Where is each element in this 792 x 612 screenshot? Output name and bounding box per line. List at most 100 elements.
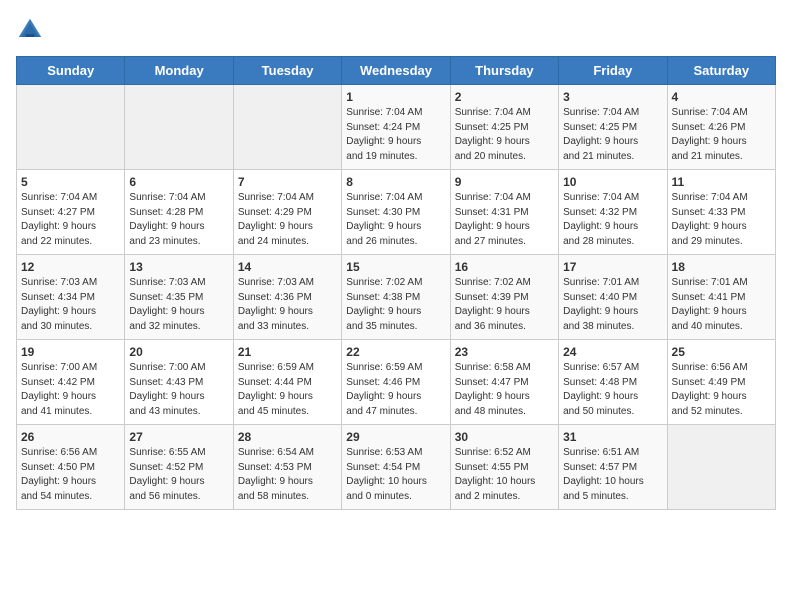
day-number: 4 [672, 90, 771, 104]
logo-icon [16, 16, 44, 44]
calendar-cell: 17 Sunrise: 7:01 AM Sunset: 4:40 PM Dayli… [559, 255, 667, 340]
calendar-cell: 23 Sunrise: 6:58 AM Sunset: 4:47 PM Dayli… [450, 340, 558, 425]
day-number: 19 [21, 345, 120, 359]
day-info: Sunrise: 7:04 AM Sunset: 4:24 PM Dayligh… [346, 106, 445, 164]
day-info: Sunrise: 6:54 AM Sunset: 4:53 PM Dayligh… [238, 446, 337, 504]
day-info: Sunrise: 6:52 AM Sunset: 4:55 PM Dayligh… [455, 446, 554, 504]
day-number: 20 [129, 345, 228, 359]
day-info: Sunrise: 6:58 AM Sunset: 4:47 PM Dayligh… [455, 361, 554, 419]
day-info: Sunrise: 6:56 AM Sunset: 4:50 PM Dayligh… [21, 446, 120, 504]
day-info: Sunrise: 7:04 AM Sunset: 4:27 PM Dayligh… [21, 191, 120, 249]
day-number: 23 [455, 345, 554, 359]
day-info: Sunrise: 7:03 AM Sunset: 4:34 PM Dayligh… [21, 276, 120, 334]
day-number: 30 [455, 430, 554, 444]
calendar-cell: 2 Sunrise: 7:04 AM Sunset: 4:25 PM Daylig… [450, 85, 558, 170]
day-number: 8 [346, 175, 445, 189]
calendar-cell: 25 Sunrise: 6:56 AM Sunset: 4:49 PM Dayli… [667, 340, 775, 425]
calendar-cell: 4 Sunrise: 7:04 AM Sunset: 4:26 PM Daylig… [667, 85, 775, 170]
calendar-cell: 20 Sunrise: 7:00 AM Sunset: 4:43 PM Dayli… [125, 340, 233, 425]
day-number: 16 [455, 260, 554, 274]
calendar-week-row: 5 Sunrise: 7:04 AM Sunset: 4:27 PM Daylig… [17, 170, 776, 255]
calendar-cell: 28 Sunrise: 6:54 AM Sunset: 4:53 PM Dayli… [233, 425, 341, 510]
day-number: 13 [129, 260, 228, 274]
day-number: 12 [21, 260, 120, 274]
day-info: Sunrise: 7:04 AM Sunset: 4:26 PM Dayligh… [672, 106, 771, 164]
day-info: Sunrise: 7:02 AM Sunset: 4:38 PM Dayligh… [346, 276, 445, 334]
calendar-cell: 30 Sunrise: 6:52 AM Sunset: 4:55 PM Dayli… [450, 425, 558, 510]
day-info: Sunrise: 7:00 AM Sunset: 4:43 PM Dayligh… [129, 361, 228, 419]
day-number: 2 [455, 90, 554, 104]
calendar-cell: 13 Sunrise: 7:03 AM Sunset: 4:35 PM Dayli… [125, 255, 233, 340]
day-number: 24 [563, 345, 662, 359]
calendar-cell: 1 Sunrise: 7:04 AM Sunset: 4:24 PM Daylig… [342, 85, 450, 170]
day-number: 5 [21, 175, 120, 189]
day-number: 22 [346, 345, 445, 359]
calendar-cell: 3Sunrise: 7:04 AM Sunset: 4:25 PM Daylig… [559, 85, 667, 170]
calendar-cell: 15 Sunrise: 7:02 AM Sunset: 4:38 PM Dayli… [342, 255, 450, 340]
day-header-thursday: Thursday [450, 57, 558, 85]
day-number: 21 [238, 345, 337, 359]
day-info: Sunrise: 6:53 AM Sunset: 4:54 PM Dayligh… [346, 446, 445, 504]
day-number: 9 [455, 175, 554, 189]
day-header-tuesday: Tuesday [233, 57, 341, 85]
day-info: Sunrise: 7:00 AM Sunset: 4:42 PM Dayligh… [21, 361, 120, 419]
day-info: Sunrise: 7:04 AM Sunset: 4:28 PM Dayligh… [129, 191, 228, 249]
day-info: Sunrise: 6:51 AM Sunset: 4:57 PM Dayligh… [563, 446, 662, 504]
day-number: 14 [238, 260, 337, 274]
day-info: Sunrise: 7:04 AM Sunset: 4:31 PM Dayligh… [455, 191, 554, 249]
calendar-cell [125, 85, 233, 170]
day-header-wednesday: Wednesday [342, 57, 450, 85]
day-info: Sunrise: 7:04 AM Sunset: 4:33 PM Dayligh… [672, 191, 771, 249]
day-info: Sunrise: 6:55 AM Sunset: 4:52 PM Dayligh… [129, 446, 228, 504]
day-number: 15 [346, 260, 445, 274]
day-header-sunday: Sunday [17, 57, 125, 85]
calendar-cell: 14 Sunrise: 7:03 AM Sunset: 4:36 PM Dayli… [233, 255, 341, 340]
day-info: Sunrise: 7:04 AM Sunset: 4:32 PM Dayligh… [563, 191, 662, 249]
day-info: Sunrise: 6:59 AM Sunset: 4:46 PM Dayligh… [346, 361, 445, 419]
day-info: Sunrise: 7:04 AM Sunset: 4:25 PM Dayligh… [455, 106, 554, 164]
day-number: 28 [238, 430, 337, 444]
day-info: Sunrise: 7:04 AM Sunset: 4:30 PM Dayligh… [346, 191, 445, 249]
day-info: Sunrise: 7:03 AM Sunset: 4:36 PM Dayligh… [238, 276, 337, 334]
calendar-cell: 31Sunrise: 6:51 AM Sunset: 4:57 PM Dayli… [559, 425, 667, 510]
day-info: Sunrise: 6:57 AM Sunset: 4:48 PM Dayligh… [563, 361, 662, 419]
day-info: Sunrise: 6:59 AM Sunset: 4:44 PM Dayligh… [238, 361, 337, 419]
calendar-header-row: SundayMondayTuesdayWednesdayThursdayFrid… [17, 57, 776, 85]
calendar-cell: 5 Sunrise: 7:04 AM Sunset: 4:27 PM Daylig… [17, 170, 125, 255]
calendar-cell [667, 425, 775, 510]
day-number: 26 [21, 430, 120, 444]
day-number: 17 [563, 260, 662, 274]
calendar-cell: 11 Sunrise: 7:04 AM Sunset: 4:33 PM Dayli… [667, 170, 775, 255]
day-info: Sunrise: 7:02 AM Sunset: 4:39 PM Dayligh… [455, 276, 554, 334]
calendar-cell: 27 Sunrise: 6:55 AM Sunset: 4:52 PM Dayli… [125, 425, 233, 510]
day-number: 1 [346, 90, 445, 104]
day-header-monday: Monday [125, 57, 233, 85]
day-number: 27 [129, 430, 228, 444]
day-header-saturday: Saturday [667, 57, 775, 85]
day-header-friday: Friday [559, 57, 667, 85]
calendar-cell: 6 Sunrise: 7:04 AM Sunset: 4:28 PM Daylig… [125, 170, 233, 255]
day-info: Sunrise: 7:01 AM Sunset: 4:40 PM Dayligh… [563, 276, 662, 334]
calendar-cell: 26 Sunrise: 6:56 AM Sunset: 4:50 PM Dayli… [17, 425, 125, 510]
day-info: Sunrise: 7:04 AM Sunset: 4:25 PM Dayligh… [563, 106, 662, 164]
calendar-table: SundayMondayTuesdayWednesdayThursdayFrid… [16, 56, 776, 510]
day-number: 29 [346, 430, 445, 444]
calendar-cell: 18 Sunrise: 7:01 AM Sunset: 4:41 PM Dayli… [667, 255, 775, 340]
calendar-cell [17, 85, 125, 170]
calendar-week-row: 26 Sunrise: 6:56 AM Sunset: 4:50 PM Dayli… [17, 425, 776, 510]
day-number: 11 [672, 175, 771, 189]
calendar-cell: 9 Sunrise: 7:04 AM Sunset: 4:31 PM Daylig… [450, 170, 558, 255]
calendar-cell: 22 Sunrise: 6:59 AM Sunset: 4:46 PM Dayli… [342, 340, 450, 425]
calendar-cell: 19 Sunrise: 7:00 AM Sunset: 4:42 PM Dayli… [17, 340, 125, 425]
calendar-cell [233, 85, 341, 170]
calendar-week-row: 12 Sunrise: 7:03 AM Sunset: 4:34 PM Dayli… [17, 255, 776, 340]
calendar-cell: 21 Sunrise: 6:59 AM Sunset: 4:44 PM Dayli… [233, 340, 341, 425]
day-number: 25 [672, 345, 771, 359]
day-number: 6 [129, 175, 228, 189]
calendar-cell: 12 Sunrise: 7:03 AM Sunset: 4:34 PM Dayli… [17, 255, 125, 340]
day-info: Sunrise: 6:56 AM Sunset: 4:49 PM Dayligh… [672, 361, 771, 419]
day-number: 18 [672, 260, 771, 274]
day-info: Sunrise: 7:03 AM Sunset: 4:35 PM Dayligh… [129, 276, 228, 334]
day-info: Sunrise: 7:01 AM Sunset: 4:41 PM Dayligh… [672, 276, 771, 334]
day-number: 10 [563, 175, 662, 189]
